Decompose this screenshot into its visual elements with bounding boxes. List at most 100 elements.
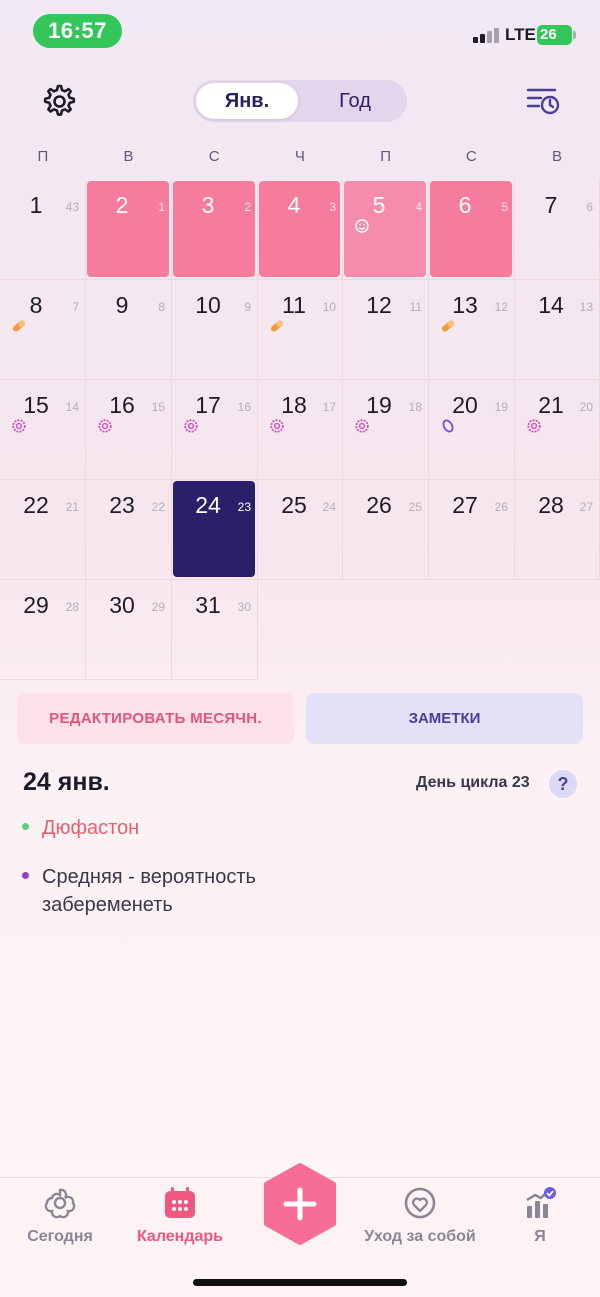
header: Янв. Год — [0, 78, 600, 126]
calendar-day-30[interactable]: 30 29 — [86, 580, 172, 680]
notes-button[interactable]: ЗАМЕТКИ — [306, 693, 583, 744]
calendar-day-6[interactable]: 65 — [429, 180, 515, 280]
calendar-day-5[interactable]: 54 — [343, 180, 429, 280]
day-number: 22 — [23, 492, 49, 518]
day-number: 7 — [544, 192, 558, 218]
calendar-day-4[interactable]: 43 — [258, 180, 343, 280]
tab-label: Я — [534, 1228, 546, 1245]
flower-icon — [183, 418, 199, 434]
signal-icon — [473, 27, 501, 43]
flower-icon — [11, 418, 27, 434]
weekday-label: П — [37, 148, 49, 165]
cycle-day-number: 3 — [329, 200, 336, 214]
smiley-icon — [354, 218, 370, 234]
note-dot-icon — [22, 872, 29, 879]
network-type: LTE — [505, 25, 536, 44]
cycle-day-number: 4 — [415, 200, 422, 214]
calendar-day-21[interactable]: 21 20 — [515, 380, 600, 480]
calendar-day-19[interactable]: 19 18 — [343, 380, 429, 480]
tab-label: Сегодня — [27, 1228, 93, 1245]
cycle-day-number: 7 — [72, 300, 79, 314]
calendar-day-24[interactable]: 24 23 — [172, 480, 258, 580]
calendar-day-14[interactable]: 14 13 — [515, 280, 600, 380]
cycle-day-number: 23 — [237, 500, 251, 514]
history-button[interactable] — [525, 84, 561, 116]
cycle-day-number: 27 — [579, 500, 593, 514]
calendar-day-8[interactable]: 87 — [0, 280, 86, 380]
battery-icon: 26 — [537, 25, 576, 45]
edit-period-button[interactable]: РЕДАКТИРОВАТЬ МЕСЯЧН. — [17, 693, 294, 744]
calendar-day-23[interactable]: 23 22 — [86, 480, 172, 580]
settings-button[interactable] — [38, 80, 78, 120]
calendar-day-31[interactable]: 31 30 — [172, 580, 258, 680]
calendar-day-17[interactable]: 17 16 — [172, 380, 258, 480]
calendar-day-16[interactable]: 16 15 — [86, 380, 172, 480]
calendar-day-25[interactable]: 25 24 — [258, 480, 343, 580]
calendar-day-28[interactable]: 28 27 — [515, 480, 600, 580]
status-bar: 16:57 LTE 26 — [0, 0, 600, 60]
calendar-day-13[interactable]: 13 12 — [429, 280, 515, 380]
calendar-day-26[interactable]: 26 25 — [343, 480, 429, 580]
day-number: 2 — [115, 192, 129, 218]
calendar-day-7[interactable]: 76 — [515, 180, 600, 280]
flower-icon — [269, 418, 285, 434]
day-number: 10 — [195, 292, 221, 318]
cycle-day-label: День цикла 23 — [416, 774, 530, 791]
cycle-day-number: 18 — [408, 400, 422, 414]
cycle-day-number: 13 — [579, 300, 593, 314]
flower-icon — [97, 418, 113, 434]
calendar-day-22[interactable]: 22 21 — [0, 480, 86, 580]
day-number: 3 — [201, 192, 215, 218]
cycle-day-number: 26 — [494, 500, 508, 514]
cycle-day-number: 21 — [65, 500, 79, 514]
calendar-day-18[interactable]: 18 17 — [258, 380, 343, 480]
list-clock-icon — [526, 88, 560, 115]
weekday-label: В — [551, 148, 562, 165]
day-number: 27 — [452, 492, 478, 518]
day-number: 11 — [282, 292, 306, 318]
calendar-day-12[interactable]: 12 11 — [343, 280, 429, 380]
day-number: 28 — [538, 492, 564, 518]
tab-year[interactable]: Год — [305, 83, 405, 119]
day-number: 23 — [109, 492, 135, 518]
plus-icon — [264, 1163, 336, 1245]
status-time: 16:57 — [33, 14, 122, 48]
day-number: 14 — [538, 292, 564, 318]
calendar-day-10[interactable]: 10 9 — [172, 280, 258, 380]
calendar-day-11[interactable]: 11 10 — [258, 280, 343, 380]
cycle-day-number: 8 — [158, 300, 165, 314]
ovulation-icon — [440, 418, 456, 434]
calendar-day-29[interactable]: 29 28 — [0, 580, 86, 680]
cycle-day-number: 2 — [244, 200, 251, 214]
calendar-day-27[interactable]: 27 26 — [429, 480, 515, 580]
day-number: 19 — [366, 392, 392, 418]
calendar-day-20[interactable]: 20 19 — [429, 380, 515, 480]
pill-icon — [269, 318, 285, 334]
gear-icon — [43, 84, 76, 116]
calendar-grid: 1 43 2 1 3 2 4 3 5 4 6 5 7 6 8 7 9 8 10 9 11 10 12 11 13 12 14 13 15… — [0, 180, 600, 680]
weekday-label: Ч — [294, 148, 305, 165]
day-number: 26 — [366, 492, 392, 518]
calendar-day-15[interactable]: 15 14 — [0, 380, 86, 480]
cycle-day-number: 12 — [494, 300, 508, 314]
add-button[interactable] — [262, 1163, 338, 1245]
calendar-day-9[interactable]: 98 — [86, 280, 172, 380]
calendar-day-2[interactable]: 21 — [86, 180, 172, 280]
cycle-day-number: 43 — [65, 200, 79, 214]
weekday-label: П — [380, 148, 391, 165]
tab-month[interactable]: Янв. — [196, 83, 298, 119]
pill-icon — [11, 318, 27, 334]
help-button[interactable]: ? — [549, 770, 577, 798]
home-indicator — [193, 1279, 407, 1286]
cycle-day-number: 24 — [322, 500, 336, 514]
cycle-day-number: 20 — [579, 400, 593, 414]
day-number: 4 — [287, 192, 301, 218]
day-number: 31 — [195, 592, 221, 618]
day-number: 21 — [538, 392, 564, 418]
selected-date-title: 24 янв. — [23, 768, 110, 796]
calendar-day-3[interactable]: 32 — [172, 180, 258, 280]
calendar-day-1[interactable]: 1 43 — [0, 180, 86, 280]
day-number: 13 — [452, 292, 478, 318]
cycle-day-number: 1 — [158, 200, 165, 214]
day-number: 24 — [195, 492, 221, 518]
